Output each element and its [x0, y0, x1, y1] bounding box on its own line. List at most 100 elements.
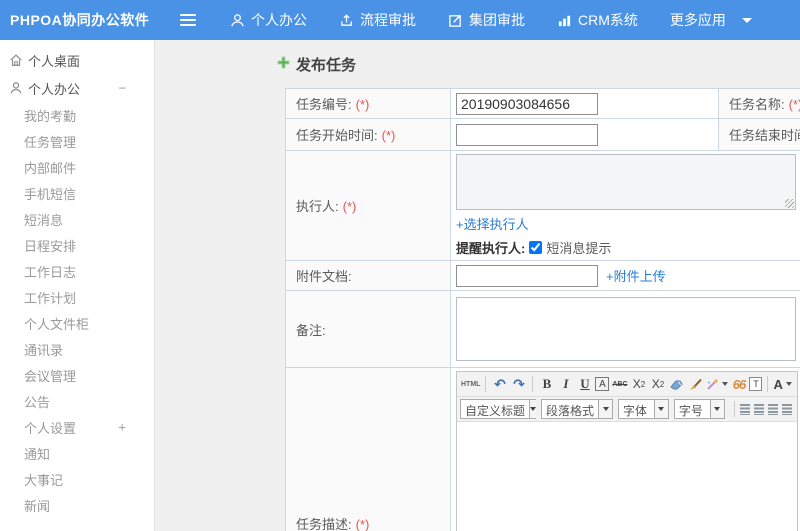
sidebar: 个人桌面 个人办公 − 我的考勤 任务管理 内部邮件 手机短信 短消息 日程安排… [0, 40, 155, 531]
collapse-minus-icon[interactable]: − [118, 81, 126, 96]
description-label-cell: 任务描述: (*) [285, 367, 451, 531]
expand-plus-icon[interactable]: + [118, 420, 126, 435]
custom-heading-select[interactable]: 自定义标题 [460, 399, 537, 419]
crm-chart-icon [557, 13, 572, 28]
font-family-select[interactable]: 字体 [618, 399, 669, 419]
rich-text-editor: HTML ↶ ↷ B I U A ABC X2 X 2 66 T A 自定义标题… [456, 371, 798, 531]
nav-label: 更多应用 [669, 12, 726, 28]
required-mark: (*) [342, 199, 357, 214]
start-time-label-cell: 任务开始时间: (*) [285, 118, 451, 151]
editor-toolbar-row2: 自定义标题 段落格式 字体 字号 [457, 397, 797, 422]
sidebar-item-internal-mail[interactable]: 内部邮件 [0, 154, 154, 180]
sidebar-item-task-management[interactable]: 任务管理 [0, 128, 154, 154]
sidebar-item-short-message[interactable]: 短消息 [0, 206, 154, 232]
bold-button[interactable]: B [538, 374, 555, 394]
remark-textarea[interactable] [456, 297, 796, 361]
sidebar-item-announcement[interactable]: 公告 [0, 388, 154, 414]
paragraph-format-select[interactable]: 段落格式 [541, 399, 614, 419]
top-nav: 个人办公 流程审批 集团审批 CRM系统 更多应用 [230, 10, 784, 30]
sidebar-item-work-log[interactable]: 工作日志 [0, 258, 154, 284]
executor-label-cell: 执行人: (*) [285, 150, 451, 261]
eraser-icon[interactable] [668, 374, 685, 394]
paste-text-button[interactable]: T [749, 377, 763, 391]
nav-group-approval[interactable]: 集团审批 [448, 10, 525, 30]
sidebar-item-personal-office[interactable]: 个人办公 − [0, 74, 154, 102]
caret-down-icon [722, 382, 729, 386]
sidebar-item-label: 个人办公 [28, 81, 81, 97]
group-approve-icon [448, 13, 463, 28]
required-mark: (*) [788, 97, 800, 112]
nav-personal-office[interactable]: 个人办公 [230, 10, 307, 30]
resize-handle[interactable] [785, 199, 794, 208]
nav-label: 个人办公 [251, 12, 307, 28]
remind-executor-label: 提醒执行人: [456, 241, 526, 256]
italic-button[interactable]: I [557, 374, 574, 394]
caret-down-icon [598, 400, 613, 418]
nav-process-approval[interactable]: 流程审批 [339, 10, 416, 30]
strikethrough-button[interactable]: ABC [611, 374, 628, 394]
blockquote-button[interactable]: 66 [730, 374, 747, 394]
sidebar-item-sms[interactable]: 手机短信 [0, 180, 154, 206]
sidebar-item-work-plan[interactable]: 工作计划 [0, 284, 154, 310]
sidebar-item-my-attendance[interactable]: 我的考勤 [0, 102, 154, 128]
sms-remind-checkbox[interactable] [529, 241, 543, 254]
nav-crm-system[interactable]: CRM系统 [557, 10, 638, 30]
home-icon [9, 53, 23, 67]
attachment-label-cell: 附件文档: [285, 260, 451, 291]
font-size-select[interactable]: 字号 [673, 399, 725, 419]
app-root: PHPOA协同办公软件 个人办公 流程审批 集团审批 CRM系统 更多应用 个人… [0, 0, 800, 531]
caret-down-icon [785, 382, 792, 386]
format-brush-icon[interactable] [687, 374, 704, 394]
align-left-icon[interactable] [740, 403, 751, 415]
sidebar-item-personal-desktop[interactable]: 个人桌面 [0, 46, 154, 74]
start-time-input[interactable] [456, 123, 598, 146]
caret-down-icon [709, 400, 724, 418]
undo-icon[interactable]: ↶ [491, 374, 508, 394]
align-right-icon[interactable] [768, 403, 779, 415]
caret-down-icon [741, 17, 752, 23]
sidebar-item-label: 个人桌面 [28, 53, 81, 69]
font-color-button[interactable]: A [773, 374, 792, 394]
sidebar-item-news[interactable]: 新闻 [0, 492, 154, 518]
end-time-label-cell: 任务结束时间:(*) [718, 118, 800, 151]
caret-down-icon [653, 400, 668, 418]
nav-label: CRM系统 [578, 12, 638, 28]
top-bar: PHPOA协同办公软件 个人办公 流程审批 集团审批 CRM系统 更多应用 [0, 0, 800, 40]
attachment-input[interactable] [456, 264, 598, 287]
process-approve-icon [339, 13, 354, 28]
sidebar-item-contacts[interactable]: 通讯录 [0, 336, 154, 362]
underline-button[interactable]: U [576, 374, 593, 394]
select-executor-link[interactable]: +选择执行人 [456, 217, 529, 232]
editor-content-area[interactable] [457, 422, 797, 531]
caret-down-icon [529, 400, 537, 418]
superscript-button[interactable]: X2 [630, 374, 647, 394]
sidebar-item-meeting-management[interactable]: 会议管理 [0, 362, 154, 388]
sidebar-item-personal-files[interactable]: 个人文件柜 [0, 310, 154, 336]
redo-icon[interactable]: ↷ [510, 374, 527, 394]
page-title: 发布任务 [277, 54, 356, 75]
task-number-input[interactable] [456, 92, 598, 115]
source-code-button[interactable]: HTML [461, 374, 480, 394]
task-name-label-cell: 任务名称:(*) [718, 88, 800, 119]
nav-label: 流程审批 [360, 12, 416, 28]
sidebar-item-memorabilia[interactable]: 大事记 [0, 466, 154, 492]
subscript-button[interactable]: X2 [649, 374, 666, 394]
sidebar-item-schedule[interactable]: 日程安排 [0, 232, 154, 258]
sidebar-item-personal-settings[interactable]: 个人设置 + [0, 414, 154, 440]
attachment-upload-link[interactable]: +附件上传 [606, 266, 666, 285]
hamburger-menu-icon[interactable] [180, 14, 196, 26]
font-highlight-button[interactable]: A [595, 377, 610, 391]
main-content: 发布任务 任务编号:(*) 任务名称:(*) [155, 40, 800, 531]
sms-remind-label: 短消息提示 [546, 241, 612, 256]
align-justify-icon[interactable] [782, 403, 793, 415]
user-icon [230, 13, 245, 28]
sidebar-item-notice[interactable]: 通知 [0, 440, 154, 466]
app-logo: PHPOA协同办公软件 [10, 12, 150, 28]
align-center-icon[interactable] [754, 403, 765, 415]
magic-wand-icon[interactable] [706, 374, 729, 394]
executor-textarea[interactable] [456, 154, 796, 210]
required-mark: (*) [381, 128, 396, 143]
nav-more-apps[interactable]: 更多应用 [670, 10, 752, 30]
publish-task-form: 任务编号:(*) 任务名称:(*) 任务开始时间:(*) [285, 88, 800, 531]
add-plus-icon [277, 56, 290, 74]
